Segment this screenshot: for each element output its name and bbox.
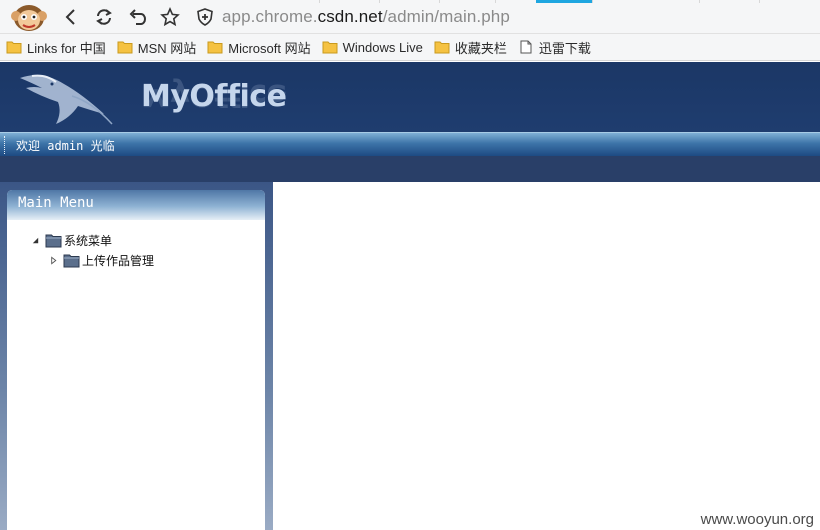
tab[interactable] — [440, 0, 496, 3]
tab[interactable] — [260, 0, 320, 3]
watermark-text: www.wooyun.org — [700, 511, 814, 528]
bookmark-label: 收藏夹栏 — [454, 40, 507, 56]
main-menu-panel: Main Menu 系统菜单 上传作品管理 — [7, 190, 265, 530]
folder-icon — [322, 41, 338, 54]
undo-icon — [129, 9, 146, 25]
tree-collapsed-icon[interactable] — [47, 254, 59, 266]
app-header: MyOffice MyOffice — [0, 62, 820, 132]
bookmark-xunlei[interactable]: 迅雷下载 — [518, 38, 591, 57]
bookmark-label: 迅雷下载 — [538, 40, 591, 56]
welcome-bar: 欢迎 admin 光临 — [0, 132, 820, 156]
star-icon — [160, 7, 180, 27]
shield-button[interactable] — [194, 6, 216, 28]
address-bar[interactable]: app.chrome.csdn.net/admin/main.php — [222, 7, 510, 29]
page-icon — [520, 40, 532, 54]
main-menu-title: Main Menu — [7, 190, 265, 220]
shield-plus-icon — [197, 8, 213, 26]
bookmark-label: Microsoft 网站 — [228, 40, 311, 56]
folder-icon — [207, 41, 223, 54]
undo-button[interactable] — [126, 6, 148, 28]
tree-node-label: 上传作品管理 — [82, 253, 155, 268]
folder-icon — [6, 41, 22, 54]
back-button[interactable] — [60, 6, 82, 28]
tab[interactable] — [380, 0, 440, 3]
sub-header-bar — [0, 156, 820, 182]
main-content-frame — [273, 182, 820, 530]
tab[interactable] — [700, 0, 760, 3]
browser-toolbar: app.chrome.csdn.net/admin/main.php — [0, 0, 820, 34]
bookmark-microsoft[interactable]: Microsoft 网站 — [207, 38, 311, 57]
bookmark-label: Links for 中国 — [27, 40, 106, 56]
folder-icon — [117, 41, 133, 54]
welcome-message: 欢迎 admin 光临 — [16, 139, 115, 153]
reload-icon — [96, 9, 112, 25]
tab-strip — [260, 0, 820, 3]
active-tab-indicator[interactable] — [536, 0, 593, 3]
bookmark-label: MSN 网站 — [137, 40, 197, 56]
reload-button[interactable] — [93, 6, 115, 28]
url-prefix: app.chrome. — [222, 7, 318, 26]
url-host: csdn.net — [317, 7, 383, 26]
bookmark-star-button[interactable] — [159, 6, 181, 28]
app-brand-reflection: MyOffice — [141, 77, 287, 112]
bookmark-label: Windows Live — [342, 39, 423, 55]
tab[interactable] — [320, 0, 380, 3]
tree-node-label: 系统菜单 — [64, 233, 113, 248]
chevron-left-icon — [65, 9, 75, 25]
bookmark-msn[interactable]: MSN 网站 — [117, 38, 197, 57]
folder-icon — [63, 254, 80, 267]
tree-node-upload-works[interactable]: 上传作品管理 — [7, 250, 265, 270]
bird-logo-icon — [20, 74, 113, 125]
menu-tree: 系统菜单 上传作品管理 — [7, 220, 265, 270]
folder-icon — [434, 41, 450, 54]
tree-expanded-icon[interactable] — [29, 234, 41, 246]
bookmarks-bar: Links for 中国 MSN 网站 Microsoft 网站 Windows… — [0, 34, 820, 61]
url-path: /admin/main.php — [382, 7, 510, 26]
bookmark-favorites-bar[interactable]: 收藏夹栏 — [434, 38, 507, 57]
bookmark-links-china[interactable]: Links for 中国 — [6, 38, 106, 57]
tab[interactable] — [640, 0, 700, 3]
folder-icon — [45, 234, 62, 247]
grip-handle — [4, 136, 7, 154]
bookmark-windows-live[interactable]: Windows Live — [322, 40, 423, 55]
monkey-avatar-icon[interactable] — [8, 2, 50, 32]
tree-node-system-menu[interactable]: 系统菜单 — [7, 230, 265, 250]
